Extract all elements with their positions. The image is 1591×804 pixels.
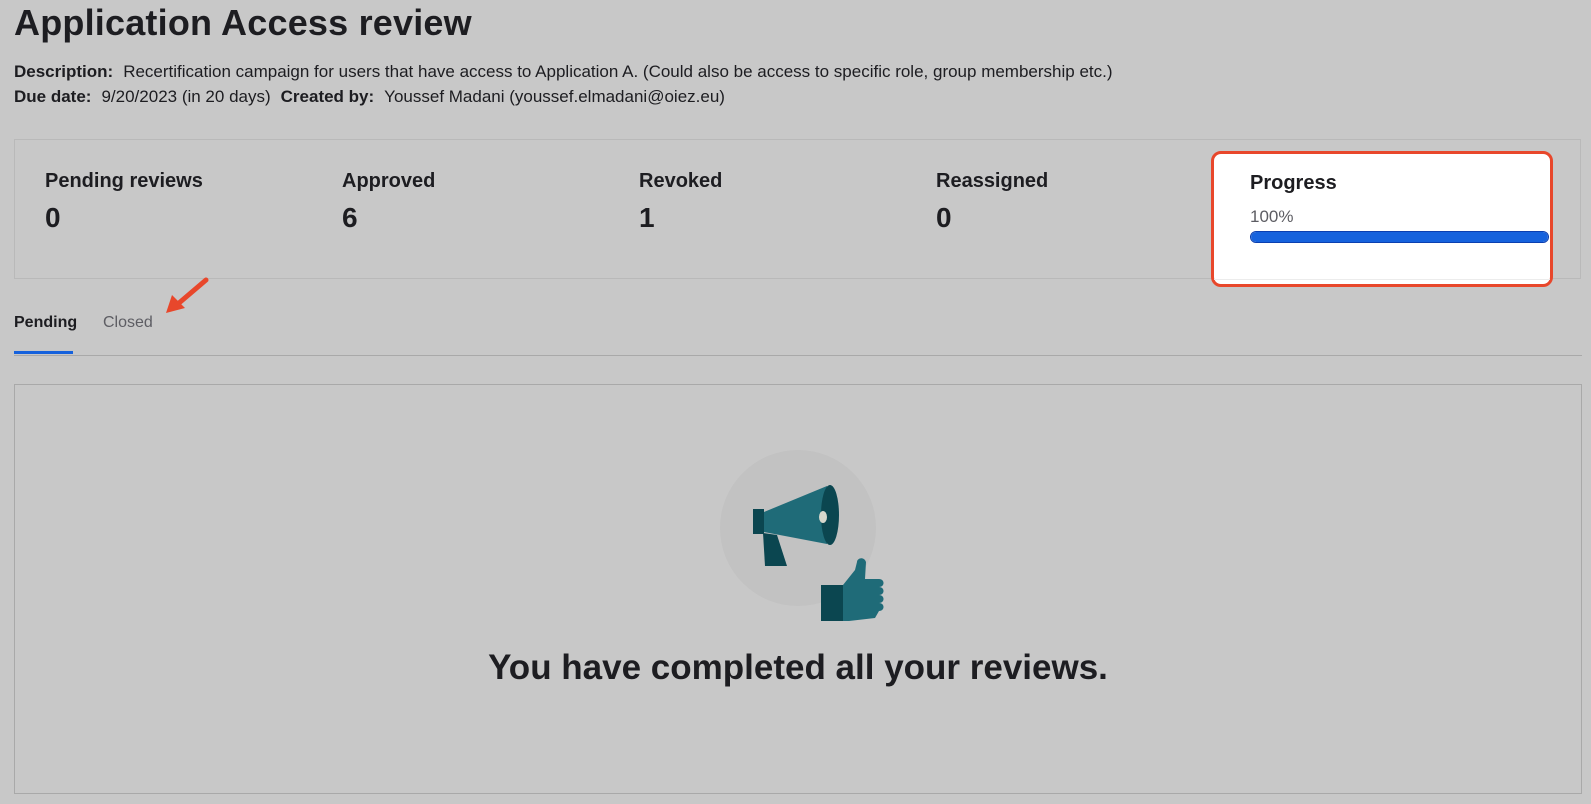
progress-bar-fill <box>1251 232 1548 242</box>
tab-closed[interactable]: Closed <box>103 314 153 332</box>
stats-card: Pending reviews 0 Approved 6 Revoked 1 R… <box>14 139 1581 287</box>
tab-bar: Pending Closed <box>14 294 1582 356</box>
stat-approved: Approved 6 <box>342 170 435 234</box>
due-date-row: Due date: 9/20/2023 (in 20 days) Created b… <box>14 87 735 107</box>
created-by-value: Youssef Madani (youssef.elmadani@oiez.eu… <box>384 87 725 106</box>
stat-revoked: Revoked 1 <box>639 170 722 234</box>
active-tab-indicator <box>14 351 73 354</box>
progress-label: Progress <box>1250 172 1337 194</box>
stat-value: 1 <box>639 202 655 233</box>
empty-state-message: You have completed all your reviews. <box>488 648 1108 687</box>
description-value: Recertification campaign for users that … <box>123 62 1113 81</box>
stat-label: Revoked <box>639 170 723 192</box>
stat-reassigned: Reassigned 0 <box>936 170 1048 234</box>
description-row: Description: Recertification campaign for… <box>14 62 1123 82</box>
stat-value: 6 <box>342 202 358 233</box>
progress-percent: 100% <box>1250 207 1294 226</box>
megaphone-thumbs-up-icon <box>720 450 884 621</box>
stat-pending-reviews: Pending reviews 0 <box>45 170 203 234</box>
progress-panel-highlight: Progress 100% <box>1211 151 1553 287</box>
created-by-label: Created by: <box>280 87 375 106</box>
description-label: Description: <box>14 62 114 81</box>
stat-value: 0 <box>45 202 61 233</box>
stat-value: 0 <box>936 202 952 233</box>
due-date-value: 9/20/2023 (in 20 days) <box>101 87 271 106</box>
stat-label: Approved <box>342 170 436 192</box>
due-date-label: Due date: <box>14 87 92 106</box>
progress-divider <box>1214 279 1550 280</box>
stat-label: Reassigned <box>936 170 1049 192</box>
empty-state-panel: You have completed all your reviews. <box>14 384 1582 794</box>
page-title: Application Access review <box>14 2 472 43</box>
tab-pending[interactable]: Pending <box>14 314 77 332</box>
progress-bar <box>1250 231 1549 243</box>
stat-label: Pending reviews <box>45 170 203 192</box>
